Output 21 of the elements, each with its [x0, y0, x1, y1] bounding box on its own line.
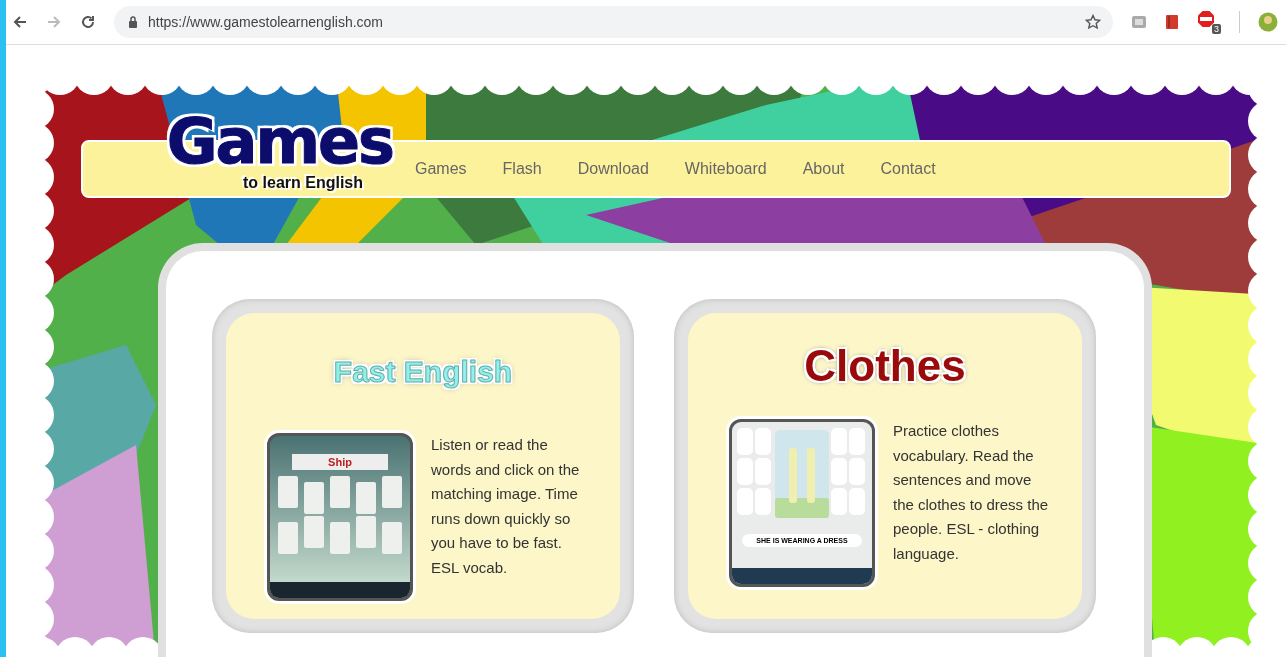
nav-link[interactable]: About — [802, 160, 845, 178]
nav-link[interactable]: Whiteboard — [684, 160, 767, 178]
extension-badge: 3 — [1212, 24, 1221, 34]
game-description: Listen or read the words and click on the matching image. Time runs down quickly so you have to be fast. ESL vocab. — [431, 435, 581, 578]
address-bar[interactable]: https://www.gamestolearnenglish.com — [114, 6, 1113, 38]
book-icon[interactable] — [1165, 14, 1179, 30]
game-card[interactable]: Fast English Ship Listen or read the words and click on the matching image. Time runs down quickly so you have to be fast. ESL vocab. — [212, 299, 634, 633]
lock-icon — [128, 16, 138, 28]
game-description: Practice clothes vocabulary. Read the sentences and move the clothes to dress the people. ESL - clothing language. — [893, 421, 1050, 564]
word-label: Ship — [292, 454, 388, 470]
url-text: https://www.gamestolearnenglish.com — [148, 14, 384, 30]
bookmark-star-icon[interactable] — [1085, 14, 1101, 30]
nav-link[interactable]: Games — [415, 160, 467, 178]
game-title[interactable]: Clothes — [804, 341, 966, 391]
game-screenshot[interactable]: Ship — [267, 433, 413, 601]
reload-icon[interactable] — [80, 14, 96, 30]
adblock-button[interactable]: 3 — [1197, 10, 1221, 34]
nav-link[interactable]: Flash — [502, 160, 542, 178]
back-icon[interactable] — [12, 14, 28, 30]
nav-link[interactable]: Download — [577, 160, 649, 178]
nav-link[interactable]: Contact — [880, 160, 936, 178]
